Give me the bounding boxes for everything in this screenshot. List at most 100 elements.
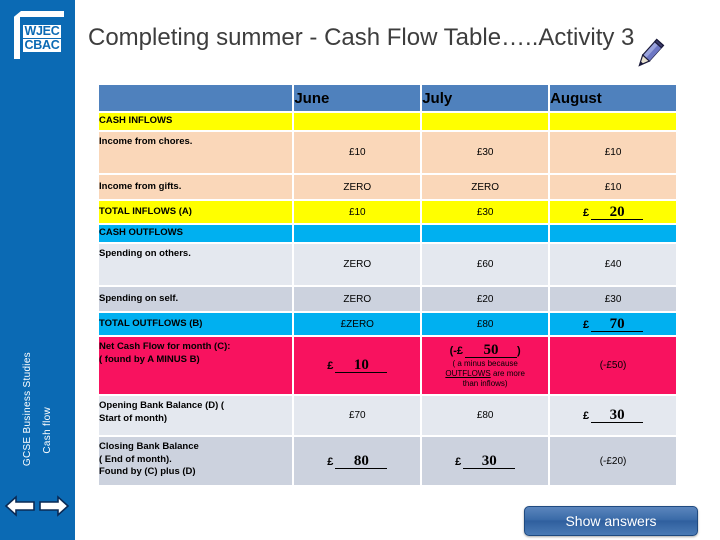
row-label: Spending on self. [99, 287, 293, 311]
cell-august-answer: £30 [550, 396, 676, 435]
row-label: TOTAL INFLOWS (A) [99, 201, 293, 223]
cell-july [422, 225, 549, 242]
table-row-closing-balance: Closing Bank Balance ( End of month). Fo… [99, 437, 676, 485]
cell-august: £10 [550, 132, 676, 173]
cell-july-answer: (-£ 50) ( a minus because OUTFLOWS are mo… [422, 337, 549, 394]
cash-flow-table: June July August CASH INFLOWS Income fro… [97, 83, 678, 487]
row-label: CASH OUTFLOWS [99, 225, 293, 242]
header-cell-july: July [422, 85, 549, 111]
july-answer-line: (-£ 50) [422, 342, 548, 358]
cell-july: £20 [422, 287, 549, 311]
sidebar-topic-label: Cash flow [42, 407, 53, 454]
row-label: Income from gifts. [99, 175, 293, 199]
cell-june: £ZERO [294, 313, 421, 335]
cell-july: £80 [422, 313, 549, 335]
note-line3: than inflows) [462, 378, 508, 388]
table-row-opening-balance: Opening Bank Balance (D) ( Start of mont… [99, 396, 676, 435]
table-row-cash-outflows: CASH OUTFLOWS [99, 225, 676, 242]
row-label: Spending on others. [99, 244, 293, 285]
cell-june-answer: £80 [294, 437, 421, 485]
table-row-spending-self: Spending on self. ZERO £20 £30 [99, 287, 676, 311]
cell-august: (-£50) [550, 337, 676, 394]
table-row-cash-inflows: CASH INFLOWS [99, 113, 676, 130]
cell-august: (-£20) [550, 437, 676, 485]
closing-label-line3: Found by (C) plus (D) [99, 466, 196, 477]
row-label: Income from chores. [99, 132, 293, 173]
handwritten-answer: 10 [335, 358, 388, 373]
cell-june: £10 [294, 132, 421, 173]
show-answers-button[interactable]: Show answers [524, 506, 698, 536]
cell-august-answer: £20 [550, 201, 676, 223]
table-row-income-gifts: Income from gifts. ZERO ZERO £10 [99, 175, 676, 199]
table-row-income-chores: Income from chores. £10 £30 £10 [99, 132, 676, 173]
cell-july [422, 113, 549, 130]
handwritten-answer: 50 [465, 342, 518, 358]
previous-slide-arrow-icon[interactable] [4, 494, 36, 518]
cell-august [550, 225, 676, 242]
cell-july-answer: £30 [422, 437, 549, 485]
row-label: Net Cash Flow for month (C): ( found by … [99, 337, 293, 394]
header-cell-blank [99, 85, 293, 111]
logo-face: WJEC CBAC [20, 17, 64, 59]
currency-prefix: £ [455, 455, 462, 468]
opening-label-line2: Start of month) [99, 412, 168, 424]
sidebar: WJEC CBAC GCSE Business Studies Cash flo… [0, 0, 75, 540]
header-cell-august: August [550, 85, 676, 111]
handwritten-answer: 80 [335, 453, 388, 469]
cell-july: ZERO [422, 175, 549, 199]
wjec-cbac-logo: WJEC CBAC [14, 11, 64, 59]
table-header-row: June July August [99, 85, 676, 111]
handwritten-answer: 30 [591, 408, 644, 423]
cell-june: £70 [294, 396, 421, 435]
july-explanation-note: ( a minus because OUTFLOWS are more than… [422, 358, 548, 389]
cell-august-answer: £70 [550, 313, 676, 335]
page-title: Completing summer - Cash Flow Table…..Ac… [88, 24, 635, 51]
handwritten-answer: 20 [591, 204, 644, 220]
cell-august [550, 113, 676, 130]
handwritten-answer: 70 [591, 316, 644, 332]
header-cell-june: June [294, 85, 421, 111]
cell-june: ZERO [294, 244, 421, 285]
table-row-net-cash-flow: Net Cash Flow for month (C): ( found by … [99, 337, 676, 394]
logo-text-wjec: WJEC [22, 23, 62, 38]
cell-july: £30 [422, 201, 549, 223]
cell-june: ZERO [294, 175, 421, 199]
cell-june: £10 [294, 201, 421, 223]
cell-july: £80 [422, 396, 549, 435]
next-slide-arrow-icon[interactable] [38, 494, 70, 518]
row-label: CASH INFLOWS [99, 113, 293, 130]
cell-july: £30 [422, 132, 549, 173]
table-row-spending-others: Spending on others. ZERO £60 £40 [99, 244, 676, 285]
table-row-total-outflows: TOTAL OUTFLOWS (B) £ZERO £80 £70 [99, 313, 676, 335]
handwritten-answer: 30 [463, 453, 516, 469]
cell-june [294, 113, 421, 130]
net-label-line1: Net Cash Flow for month (C): [99, 341, 231, 352]
currency-prefix: £ [582, 206, 590, 219]
row-label: Closing Bank Balance ( End of month). Fo… [99, 437, 293, 485]
cell-june [294, 225, 421, 242]
note-line2: are more [492, 368, 525, 378]
cell-july: £60 [422, 244, 549, 285]
opening-label-line1: Opening Bank Balance (D) ( [99, 400, 225, 411]
paren-close: ) [517, 344, 521, 357]
note-underlined-outflows: OUTFLOWS [445, 368, 491, 378]
pencil-icon [633, 36, 665, 72]
currency-prefix: £ [327, 455, 334, 468]
row-label: Opening Bank Balance (D) ( Start of mont… [99, 396, 293, 435]
closing-label-line1: Closing Bank Balance [99, 441, 199, 452]
cell-august: £40 [550, 244, 676, 285]
note-line1: ( a minus because [452, 358, 518, 368]
logo-text-cbac: CBAC [22, 37, 62, 52]
cell-june: ZERO [294, 287, 421, 311]
sidebar-course-label: GCSE Business Studies [22, 352, 33, 467]
cell-august: £10 [550, 175, 676, 199]
currency-prefix: £ [582, 318, 590, 331]
closing-label-line2: ( End of month). [99, 453, 172, 465]
currency-prefix: £ [582, 410, 590, 422]
cell-august: £30 [550, 287, 676, 311]
net-label-line2: ( found by A MINUS B) [99, 353, 200, 365]
currency-prefix-negative: (-£ [449, 344, 464, 357]
cell-june-answer: £10 [294, 337, 421, 394]
table-row-total-inflows: TOTAL INFLOWS (A) £10 £30 £20 [99, 201, 676, 223]
currency-prefix: £ [327, 360, 334, 372]
